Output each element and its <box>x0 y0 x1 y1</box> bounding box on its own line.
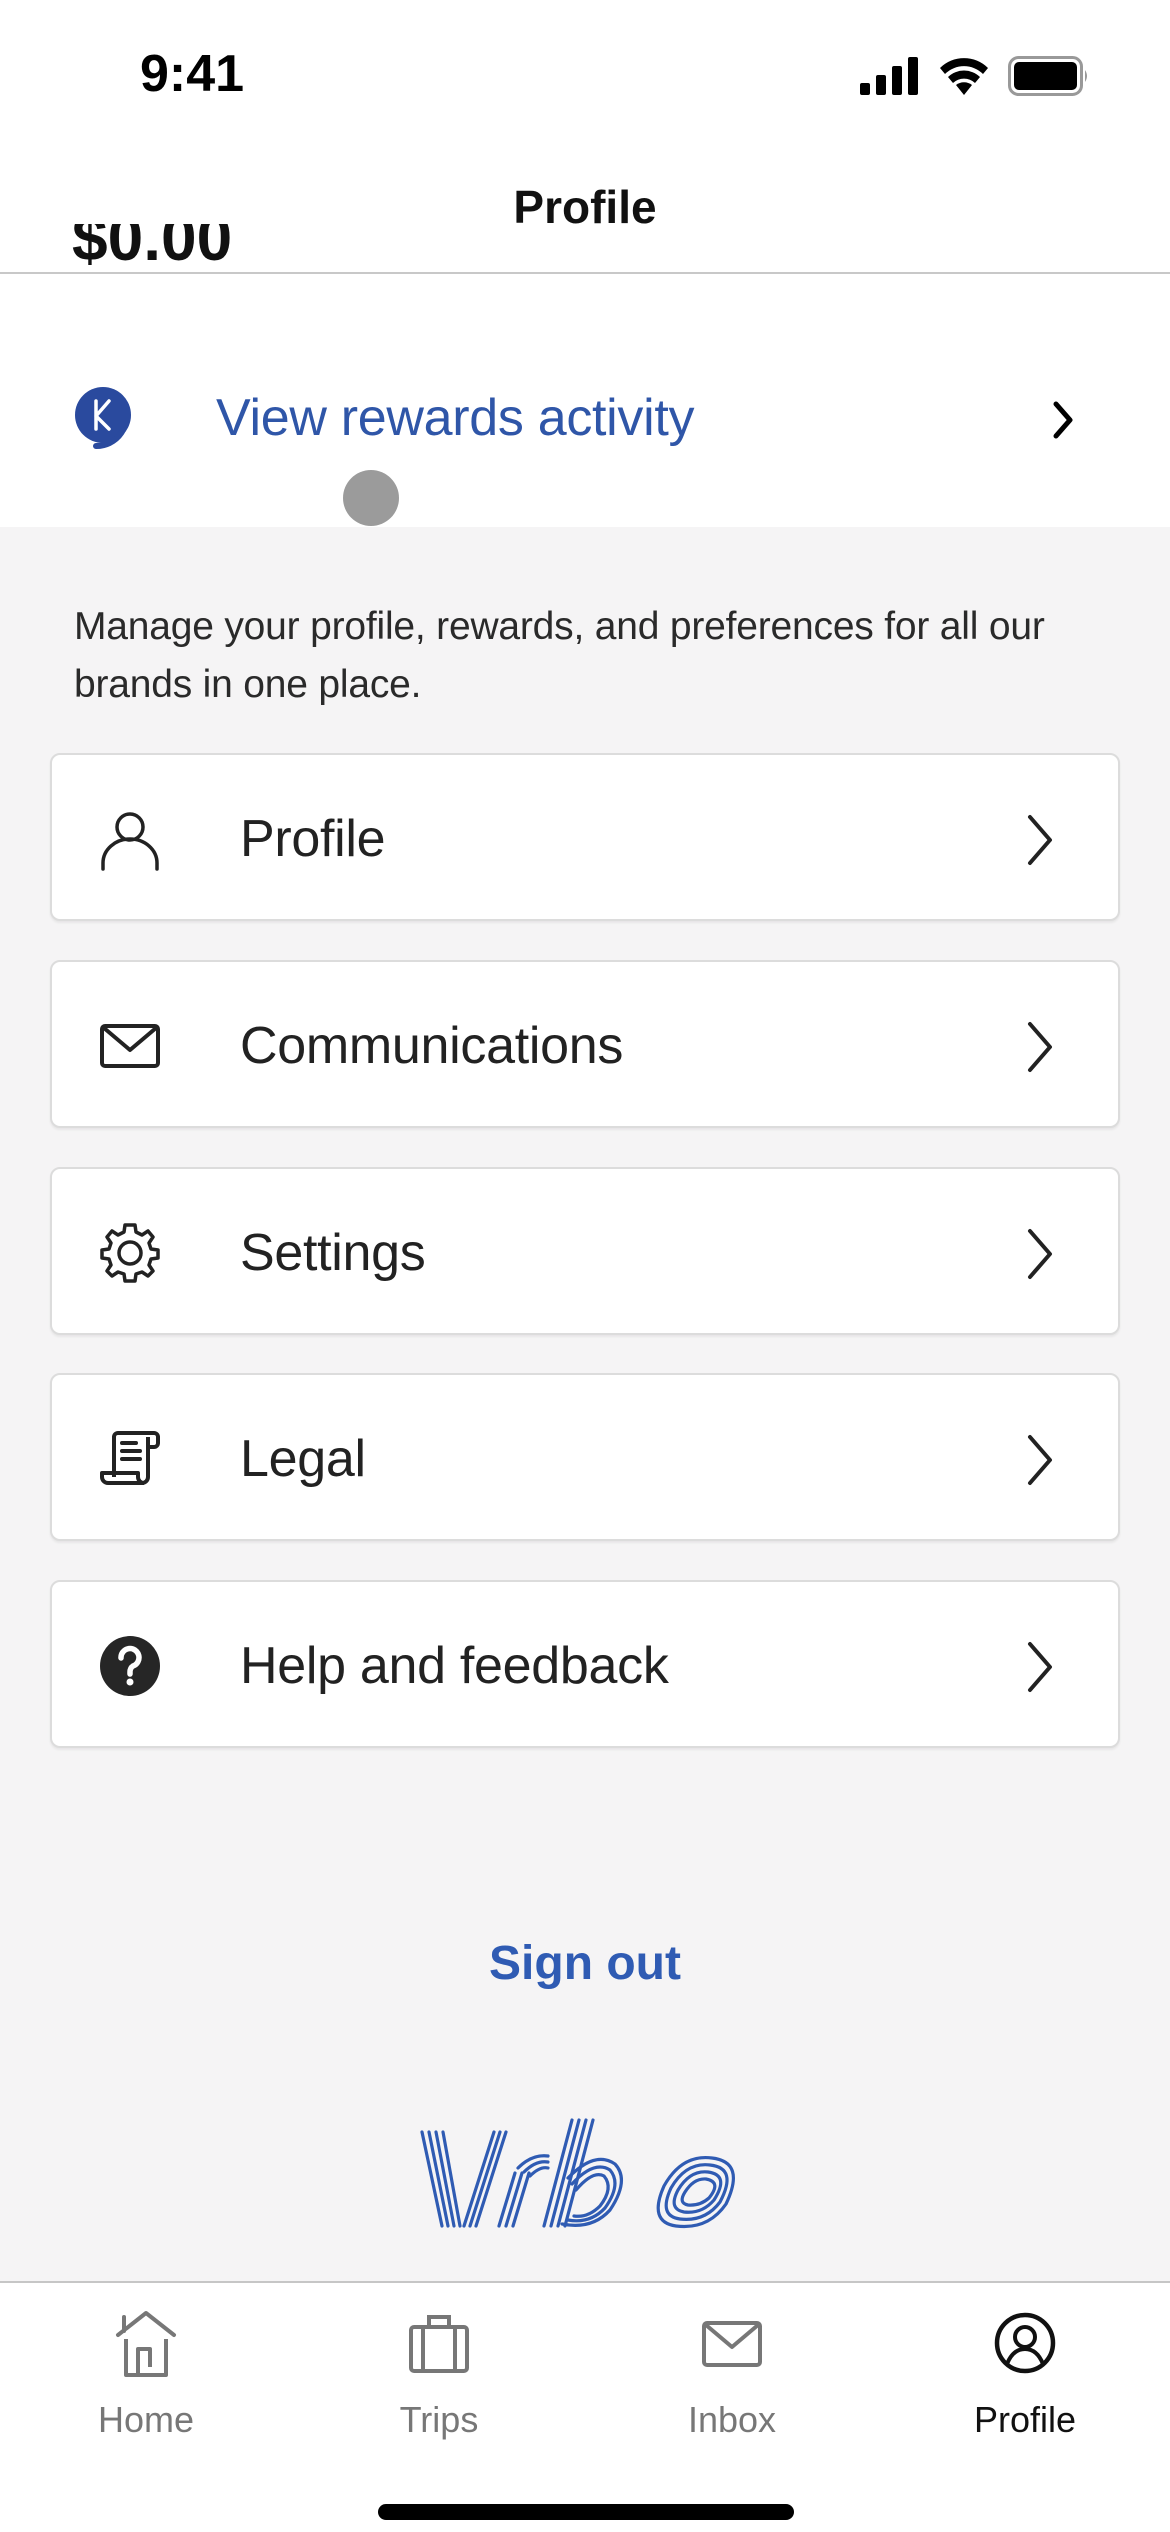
tab-label: Home <box>97 2399 195 2440</box>
view-rewards-activity-label: View rewards activity <box>216 389 695 447</box>
menu-item-communications[interactable]: Communications <box>50 960 1120 1128</box>
chevron-right-icon <box>1028 1435 1052 1485</box>
menu-item-label: Legal <box>240 1430 366 1488</box>
chevron-right-icon <box>1028 815 1052 865</box>
profile-description: Manage your profile, rewards, and prefer… <box>74 605 1045 706</box>
battery-icon <box>1008 56 1087 96</box>
tab-bar: Home Trips Inbox Profile <box>0 2281 1170 2532</box>
tab-label: Inbox <box>687 2399 777 2440</box>
rewards-k-icon <box>75 387 131 450</box>
menu-item-label: Help and feedback <box>240 1637 669 1695</box>
chevron-right-icon <box>1028 1229 1052 1279</box>
menu-item-legal[interactable]: Legal <box>50 1373 1120 1541</box>
status-time: 9:41 <box>140 45 245 103</box>
wifi-icon <box>940 58 988 95</box>
person-icon <box>101 812 159 871</box>
sign-out-button[interactable]: Sign out <box>0 1936 1170 1991</box>
tab-trips[interactable]: Trips <box>339 2299 539 2440</box>
rewards-amount: $0.00 <box>72 224 232 272</box>
envelope-icon <box>100 1024 160 1068</box>
tab-inbox[interactable]: Inbox <box>632 2299 832 2440</box>
chevron-right-icon <box>1028 1022 1052 1072</box>
menu-item-label: Communications <box>240 1017 624 1075</box>
vrbo-logo <box>420 2118 735 2229</box>
gear-icon <box>100 1223 160 1283</box>
touch-indicator <box>343 470 399 526</box>
menu-item-settings[interactable]: Settings <box>50 1167 1120 1335</box>
suitcase-icon <box>409 2315 469 2373</box>
header-divider <box>0 272 1170 274</box>
menu-item-help-and-feedback[interactable]: Help and feedback <box>50 1580 1120 1748</box>
home-indicator[interactable] <box>378 2504 794 2520</box>
status-icons <box>860 56 1090 96</box>
rewards-amount-text: $0.00 <box>72 224 233 272</box>
chevron-right-icon <box>1028 1642 1052 1692</box>
cellular-signal-icon <box>860 57 918 95</box>
menu-item-label: Profile <box>240 810 386 868</box>
scroll-icon <box>100 1431 160 1485</box>
home-icon <box>116 2311 176 2377</box>
menu-item-label: Settings <box>240 1224 426 1282</box>
inbox-icon <box>702 2321 762 2367</box>
tab-label: Profile <box>973 2399 1077 2440</box>
tab-label: Trips <box>399 2399 479 2440</box>
profile-circle-icon <box>994 2312 1056 2374</box>
help-circle-icon <box>100 1636 160 1696</box>
tab-home[interactable]: Home <box>46 2299 246 2440</box>
chevron-right-icon <box>1053 401 1073 439</box>
menu-item-profile[interactable]: Profile <box>50 753 1120 921</box>
view-rewards-activity-link[interactable]: View rewards activity <box>0 360 1170 480</box>
tab-profile[interactable]: Profile <box>925 2299 1125 2440</box>
